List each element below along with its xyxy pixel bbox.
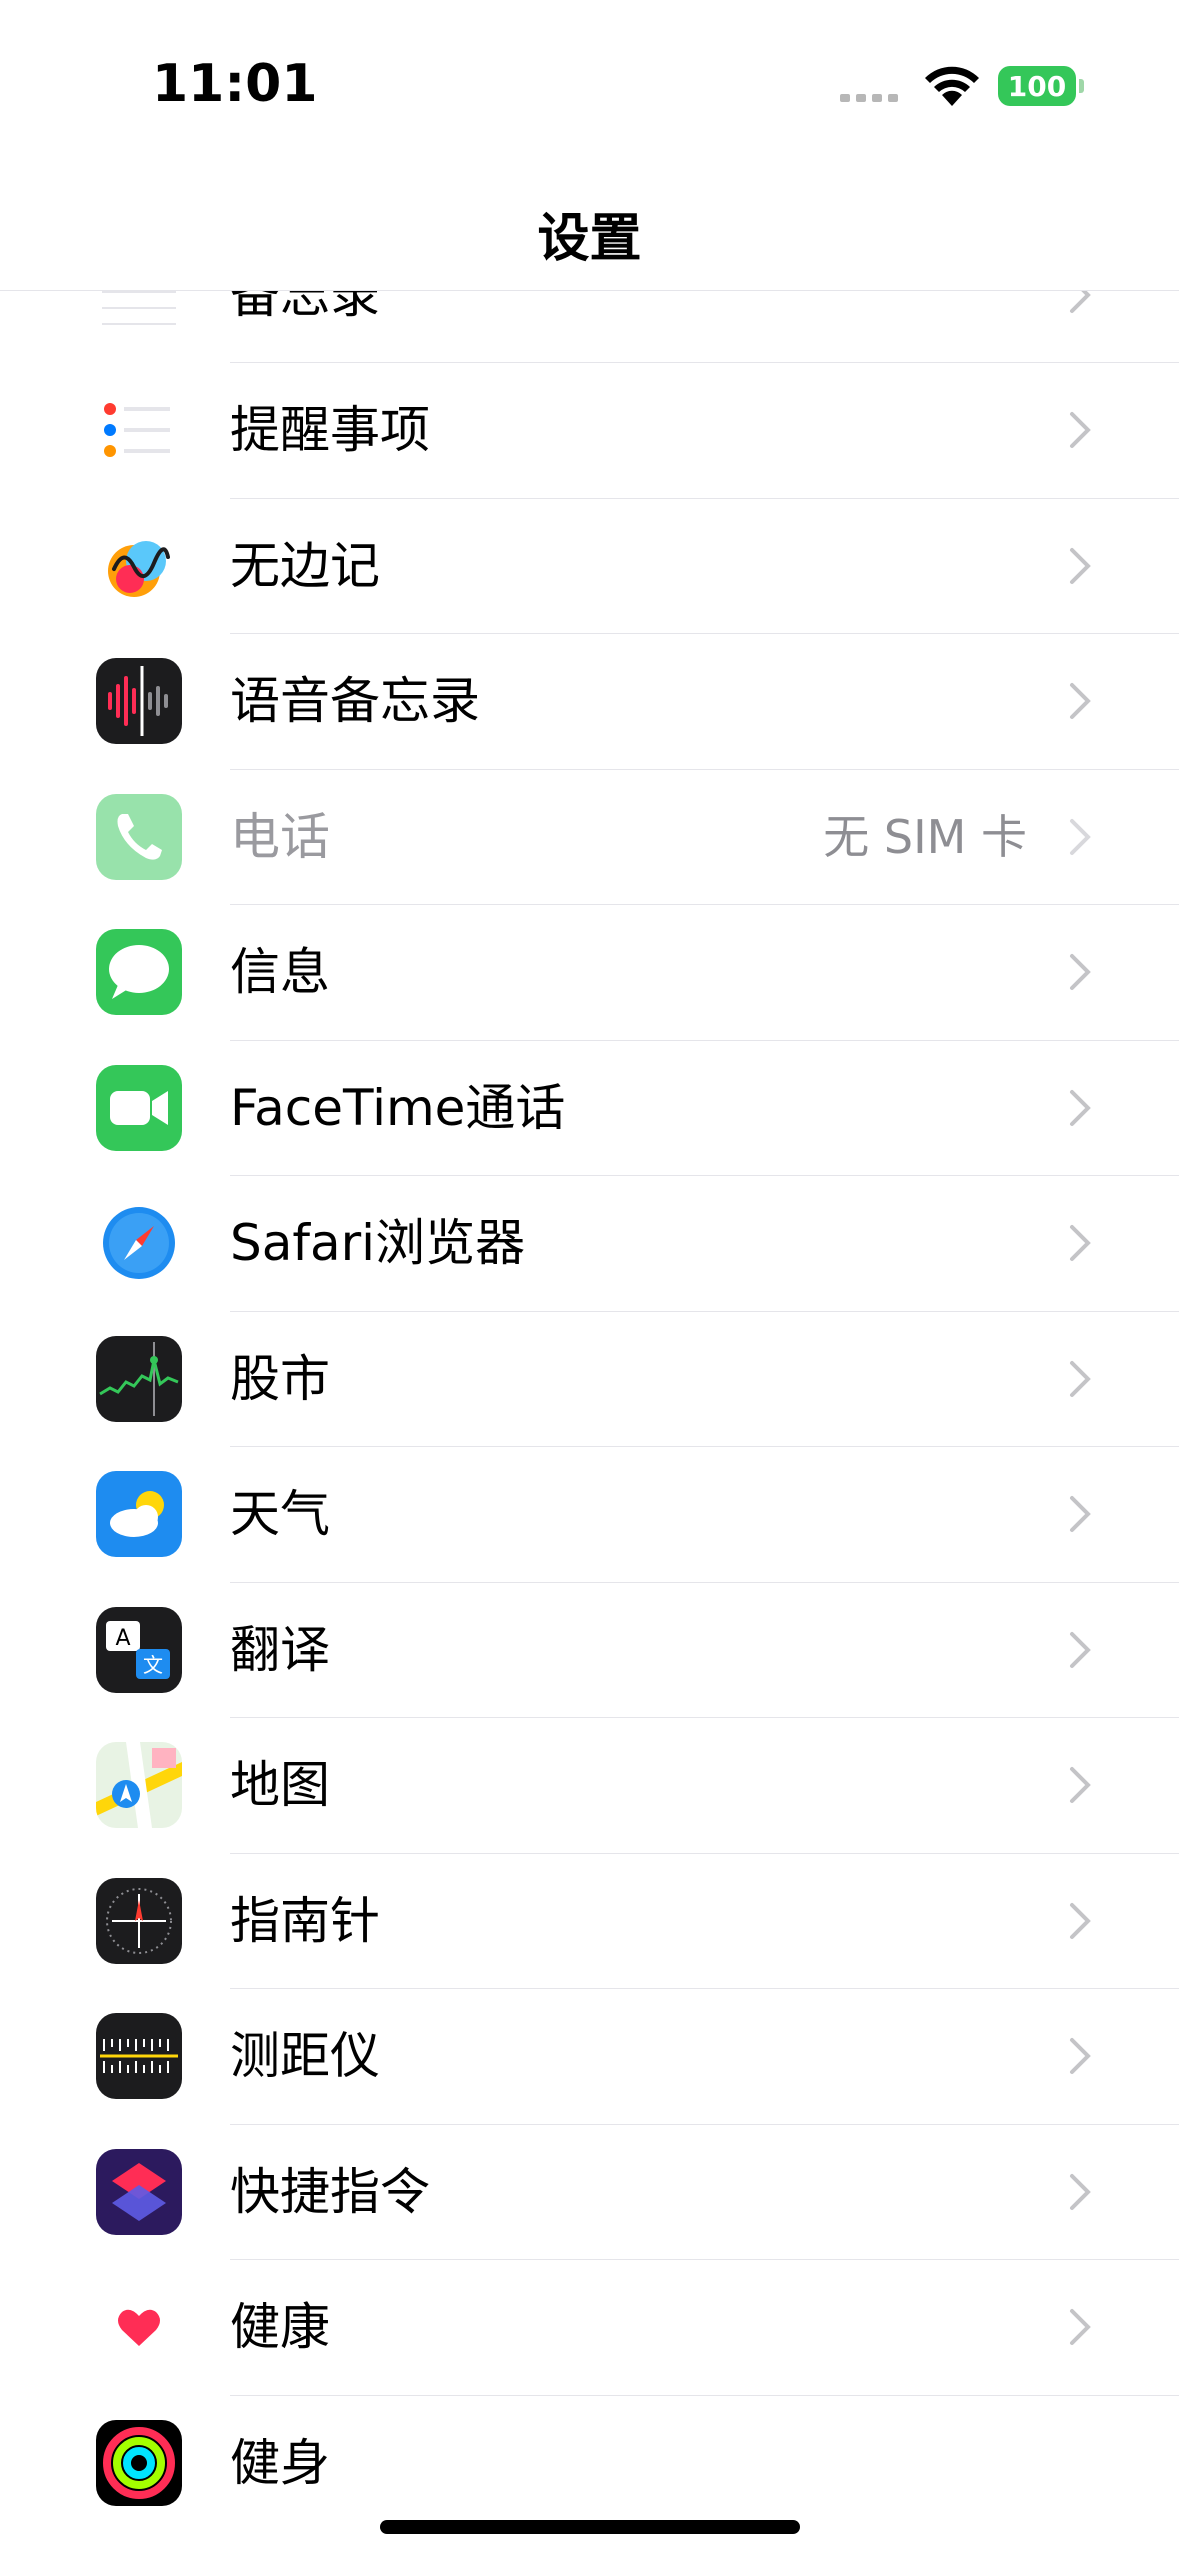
compass-icon bbox=[96, 1877, 182, 1964]
settings-row-label: 电话 bbox=[230, 807, 330, 866]
chevron-right-icon bbox=[1070, 2173, 1091, 2210]
chevron-right-icon bbox=[1070, 2038, 1091, 2074]
settings-row-measure[interactable]: 测距仪 bbox=[0, 1989, 1179, 2125]
chevron-right-icon bbox=[1070, 1089, 1091, 1126]
chevron-right-icon bbox=[1070, 1902, 1091, 1939]
settings-row-messages[interactable]: 信息 bbox=[0, 905, 1179, 1041]
status-time: 11:01 bbox=[152, 54, 318, 114]
fitness-icon bbox=[96, 2419, 182, 2506]
chevron-right-icon bbox=[1070, 818, 1091, 855]
settings-row-stocks[interactable]: 股市 bbox=[0, 1312, 1179, 1447]
weather-icon bbox=[96, 1471, 182, 1557]
chevron-right-icon bbox=[1070, 547, 1091, 584]
page-title: 设置 bbox=[537, 209, 642, 269]
settings-row-label: 信息 bbox=[230, 943, 330, 1001]
chevron-right-icon bbox=[1070, 1360, 1091, 1397]
phone-icon bbox=[96, 793, 182, 880]
settings-row-label: 语音备忘录 bbox=[230, 672, 480, 730]
settings-row-facetime[interactable]: FaceTime通话 bbox=[0, 1041, 1179, 1176]
settings-row-label: 健康 bbox=[230, 2298, 330, 2356]
settings-row-label: 无边记 bbox=[230, 536, 380, 595]
voice-memos-icon bbox=[96, 658, 182, 744]
settings-row-shortcuts[interactable]: 快捷指令 bbox=[0, 2125, 1179, 2260]
svg-text:A: A bbox=[115, 1626, 130, 1651]
settings-row-label: 地图 bbox=[230, 1756, 330, 1814]
settings-list: :::: 日历 备忘录 bbox=[0, 116, 1179, 2532]
facetime-icon bbox=[96, 1064, 182, 1151]
settings-row-weather[interactable]: 天气 bbox=[0, 1447, 1179, 1583]
cellular-signal-icon bbox=[840, 94, 898, 102]
messages-icon bbox=[96, 929, 182, 1015]
settings-row-reminders[interactable]: 提醒事项 bbox=[0, 363, 1179, 499]
settings-row-label: Safari浏览器 bbox=[230, 1214, 526, 1272]
reminders-icon bbox=[96, 387, 182, 473]
maps-icon bbox=[96, 1742, 182, 1828]
home-indicator[interactable] bbox=[380, 2520, 800, 2534]
chevron-right-icon bbox=[1070, 1631, 1091, 1668]
settings-row-freeform[interactable]: 无边记 bbox=[0, 499, 1179, 634]
stocks-icon bbox=[96, 1335, 182, 1422]
settings-row-phone[interactable]: 电话 无 SIM 卡 bbox=[0, 770, 1179, 905]
settings-row-safari[interactable]: Safari浏览器 bbox=[0, 1176, 1179, 1312]
nav-bar: 设置 bbox=[0, 150, 1179, 291]
settings-row-label: FaceTime通话 bbox=[230, 1078, 566, 1137]
settings-row-fitness[interactable]: 健身 bbox=[0, 2396, 1179, 2532]
settings-row-label: 天气 bbox=[230, 1485, 330, 1543]
settings-row-label: 健身 bbox=[230, 2433, 330, 2492]
health-icon bbox=[96, 2284, 182, 2370]
chevron-right-icon bbox=[1070, 683, 1091, 719]
chevron-right-icon bbox=[1070, 412, 1091, 448]
freeform-icon bbox=[96, 522, 182, 609]
settings-row-label: 提醒事项 bbox=[230, 401, 430, 459]
settings-row-compass[interactable]: 指南针 bbox=[0, 1854, 1179, 1989]
settings-row-label: 指南针 bbox=[230, 1891, 380, 1950]
wifi-icon bbox=[925, 66, 979, 106]
settings-row-voice-memos[interactable]: 语音备忘录 bbox=[0, 634, 1179, 770]
measure-icon bbox=[96, 2013, 182, 2099]
translate-icon: A 文 bbox=[96, 1606, 182, 1693]
chevron-right-icon bbox=[1070, 1225, 1091, 1261]
chevron-right-icon bbox=[1070, 954, 1091, 990]
chevron-right-icon bbox=[1070, 1767, 1091, 1803]
settings-row-translate[interactable]: A 文 翻译 bbox=[0, 1583, 1179, 1718]
chevron-right-icon bbox=[1070, 2309, 1091, 2345]
settings-row-maps[interactable]: 地图 bbox=[0, 1718, 1179, 1854]
battery-percent: 100 bbox=[1007, 69, 1067, 103]
status-bar: 11:01 100 bbox=[0, 0, 1179, 150]
settings-row-label: 翻译 bbox=[230, 1620, 330, 1679]
settings-row-health[interactable]: 健康 bbox=[0, 2260, 1179, 2396]
safari-icon bbox=[96, 1200, 182, 1286]
shortcuts-icon bbox=[96, 2148, 182, 2235]
phone-status-value: 无 SIM 卡 bbox=[823, 809, 1027, 864]
settings-row-label: 股市 bbox=[230, 1349, 330, 1408]
chevron-right-icon bbox=[1070, 1496, 1091, 1532]
battery-icon: 100 bbox=[998, 66, 1084, 106]
svg-text:文: 文 bbox=[143, 1653, 163, 1677]
settings-row-label: 测距仪 bbox=[230, 2027, 380, 2085]
settings-row-label: 快捷指令 bbox=[230, 2162, 430, 2221]
